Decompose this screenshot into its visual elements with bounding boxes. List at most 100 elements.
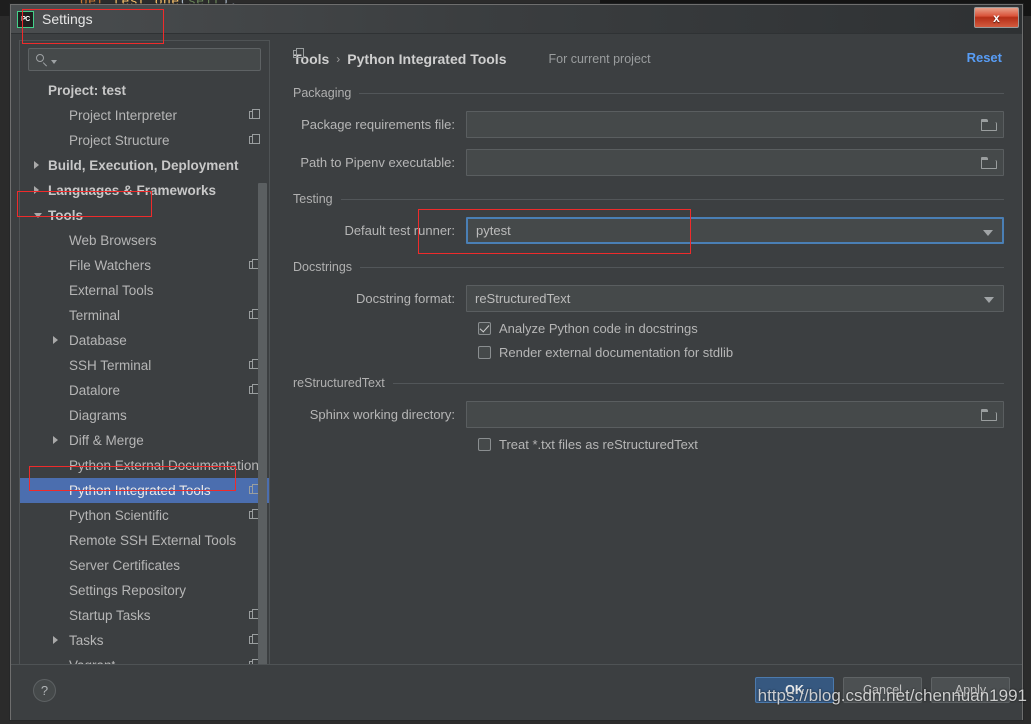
field-package-requirements: Package requirements file:	[293, 111, 1004, 138]
sidebar-item-terminal[interactable]: Terminal	[20, 303, 269, 328]
page-title: Python Integrated Tools	[347, 51, 507, 67]
sidebar-item-label: Startup Tasks	[69, 608, 151, 623]
section-docstrings-title: Docstrings	[293, 260, 353, 274]
section-restructuredtext-title: reStructuredText	[293, 376, 385, 390]
sidebar-item-label: Languages & Frameworks	[48, 183, 217, 198]
section-restructuredtext: reStructuredText Sphinx working director…	[293, 376, 1004, 452]
sidebar-item-server-certificates[interactable]: Server Certificates	[20, 553, 269, 578]
sidebar-item-label: Server Certificates	[69, 558, 181, 573]
sidebar-item-label: Database	[69, 333, 127, 348]
sidebar-item-build-execution-deployment[interactable]: Build, Execution, Deployment	[20, 153, 269, 178]
help-button[interactable]: ?	[33, 679, 56, 702]
section-packaging-title: Packaging	[293, 86, 352, 100]
docstring-format-select[interactable]: reStructuredText	[466, 285, 1004, 312]
chevron-right-icon[interactable]	[53, 436, 58, 444]
section-docstrings-header: Docstrings	[293, 260, 1004, 274]
breadcrumb: Tools › Python Integrated Tools For curr…	[293, 48, 1004, 70]
sidebar-item-label: Project Structure	[69, 133, 170, 148]
sidebar-item-project-interpreter[interactable]: Project Interpreter	[20, 103, 269, 128]
chevron-right-icon[interactable]	[34, 161, 39, 169]
sidebar-item-diagrams[interactable]: Diagrams	[20, 403, 269, 428]
field-sphinx-working-directory: Sphinx working directory:	[293, 401, 1004, 428]
section-restructuredtext-header: reStructuredText	[293, 376, 1004, 390]
sidebar-item-project-test[interactable]: Project: test	[20, 78, 269, 103]
checkbox-render-external-docs[interactable]: Render external documentation for stdlib	[293, 345, 1004, 360]
sidebar-item-label: Python External Documentation	[69, 458, 259, 473]
section-divider	[359, 92, 1004, 94]
docstring-format-label: Docstring format:	[356, 291, 455, 306]
pycharm-icon: PC	[17, 10, 34, 28]
sidebar-item-settings-repository[interactable]: Settings Repository	[20, 578, 269, 603]
sidebar-scrollbar-track[interactable]	[258, 75, 268, 690]
section-packaging: Packaging Package requirements file: Pat…	[293, 86, 1004, 176]
sidebar-item-label: Settings Repository	[69, 583, 187, 598]
sidebar-item-web-browsers[interactable]: Web Browsers	[20, 228, 269, 253]
chevron-down-icon[interactable]	[34, 213, 42, 218]
checkbox-analyze-python-code-box[interactable]	[478, 322, 491, 335]
close-icon[interactable]: x	[974, 7, 1019, 28]
chevron-right-icon[interactable]	[53, 336, 58, 344]
docstring-format-value: reStructuredText	[475, 291, 571, 306]
chevron-right-icon[interactable]	[53, 636, 58, 644]
sidebar-item-database[interactable]: Database	[20, 328, 269, 353]
sidebar-item-label: Diagrams	[69, 408, 127, 423]
sidebar-item-languages-frameworks[interactable]: Languages & Frameworks	[20, 178, 269, 203]
scope-note-label: For current project	[548, 52, 651, 66]
sidebar-item-label: Web Browsers	[69, 233, 157, 248]
sidebar-item-tools[interactable]: Tools	[20, 203, 269, 228]
sidebar-item-file-watchers[interactable]: File Watchers	[20, 253, 269, 278]
scope-note: For current project	[293, 48, 651, 66]
sidebar-item-python-scientific[interactable]: Python Scientific	[20, 503, 269, 528]
checkbox-analyze-python-code-label: Analyze Python code in docstrings	[499, 321, 698, 336]
chevron-down-icon[interactable]	[51, 59, 57, 64]
sidebar-item-diff-merge[interactable]: Diff & Merge	[20, 428, 269, 453]
sidebar-item-label: SSH Terminal	[69, 358, 152, 373]
settings-dialog: PC Settings x Project: test Project Inter…	[10, 4, 1023, 720]
checkbox-render-external-docs-box[interactable]	[478, 346, 491, 359]
default-test-runner-label: Default test runner:	[344, 223, 455, 238]
breadcrumb-separator-icon: ›	[336, 52, 341, 66]
sphinx-working-directory-label: Sphinx working directory:	[309, 407, 455, 422]
sphinx-working-directory-input[interactable]	[466, 401, 1004, 428]
package-requirements-label: Package requirements file:	[301, 117, 455, 132]
checkbox-treat-txt-as-rst[interactable]: Treat *.txt files as reStructuredText	[293, 437, 1004, 452]
checkbox-treat-txt-as-rst-box[interactable]	[478, 438, 491, 451]
sidebar-item-project-structure[interactable]: Project Structure	[20, 128, 269, 153]
chevron-down-icon[interactable]	[984, 297, 994, 303]
folder-browse-icon[interactable]	[981, 118, 997, 131]
chevron-right-icon[interactable]	[34, 186, 39, 194]
search-input[interactable]	[28, 48, 261, 71]
sidebar-item-python-integrated-tools[interactable]: Python Integrated Tools	[20, 478, 269, 503]
sidebar-item-label: Diff & Merge	[69, 433, 144, 448]
chevron-down-icon[interactable]	[983, 230, 993, 236]
sidebar-item-remote-ssh-external-tools[interactable]: Remote SSH External Tools	[20, 528, 269, 553]
reset-link[interactable]: Reset	[967, 50, 1002, 65]
checkbox-analyze-python-code[interactable]: Analyze Python code in docstrings	[293, 321, 1004, 336]
section-testing-title: Testing	[293, 192, 333, 206]
section-testing-header: Testing	[293, 192, 1004, 206]
default-test-runner-select[interactable]: pytest	[466, 217, 1004, 244]
sidebar-scrollbar-thumb[interactable]	[258, 183, 267, 688]
section-divider	[340, 198, 1004, 200]
sidebar-item-label: Python Integrated Tools	[69, 483, 211, 498]
sidebar-item-external-tools[interactable]: External Tools	[20, 278, 269, 303]
section-packaging-header: Packaging	[293, 86, 1004, 100]
package-requirements-input[interactable]	[466, 111, 1004, 138]
section-divider	[360, 266, 1004, 268]
sidebar-item-label: Tasks	[69, 633, 104, 648]
sidebar-item-python-external-documentation[interactable]: Python External Documentation	[20, 453, 269, 478]
search-container	[20, 41, 269, 75]
sidebar-divider	[269, 41, 270, 690]
copy-settings-icon	[293, 48, 544, 65]
search-icon	[35, 53, 49, 67]
sidebar-item-startup-tasks[interactable]: Startup Tasks	[20, 603, 269, 628]
dialog-body: Project: test Project Interpreter Project …	[11, 34, 1022, 720]
settings-sidebar: Project: test Project Interpreter Project …	[19, 40, 270, 691]
pipenv-path-input[interactable]	[466, 149, 1004, 176]
sidebar-item-tasks[interactable]: Tasks	[20, 628, 269, 653]
sidebar-item-datalore[interactable]: Datalore	[20, 378, 269, 403]
sidebar-item-label: Tools	[48, 208, 83, 223]
folder-browse-icon[interactable]	[981, 408, 997, 421]
sidebar-item-ssh-terminal[interactable]: SSH Terminal	[20, 353, 269, 378]
folder-browse-icon[interactable]	[981, 156, 997, 169]
